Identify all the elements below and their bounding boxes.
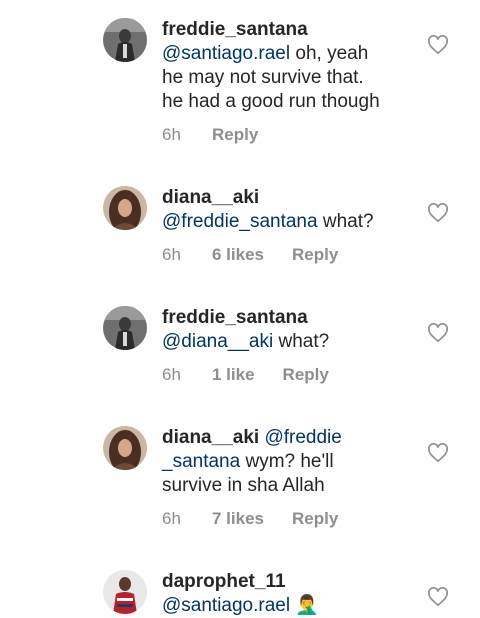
mention-link[interactable]: @diana__aki xyxy=(162,331,273,352)
heart-outline-icon[interactable] xyxy=(427,35,449,55)
heart-outline-icon[interactable] xyxy=(427,203,449,223)
comment-time: 6h xyxy=(162,125,181,144)
avatar[interactable] xyxy=(103,18,147,62)
heart-outline-icon[interactable] xyxy=(427,443,449,463)
comment-time: 6h xyxy=(162,245,181,264)
avatar[interactable] xyxy=(103,426,147,470)
comment-body: what? xyxy=(273,331,330,352)
comment-body: survive in sha Allah xyxy=(162,475,325,496)
comment-body: what? xyxy=(317,211,374,232)
facepalm-emoji: 🤦‍♂️ xyxy=(295,595,320,616)
comment-text: diana__aki @freddie_santana what? xyxy=(162,186,424,234)
avatar[interactable] xyxy=(103,570,147,614)
comment-username[interactable]: diana__aki xyxy=(162,427,259,448)
reply-button[interactable]: Reply xyxy=(292,245,338,265)
comment-time: 6h xyxy=(162,509,181,528)
comment-username[interactable]: freddie_santana xyxy=(162,306,424,330)
comment-username[interactable]: diana__aki xyxy=(162,186,424,210)
comment-meta: 6h Reply xyxy=(162,125,258,145)
heart-outline-icon[interactable] xyxy=(427,587,449,607)
heart-outline-icon[interactable] xyxy=(427,323,449,343)
comment-text: daprophet_11 @santiago.rael 🤦‍♂️ xyxy=(162,570,424,618)
avatar[interactable] xyxy=(103,186,147,230)
reply-button[interactable]: Reply xyxy=(292,509,338,529)
comment-meta: 6h 6 likes Reply xyxy=(162,245,338,265)
mention-link[interactable]: @santiago.rael xyxy=(162,595,290,616)
comment-username[interactable]: daprophet_11 xyxy=(162,570,424,594)
reply-button[interactable]: Reply xyxy=(283,365,329,385)
likes-count[interactable]: 1 like xyxy=(212,365,255,385)
comment-body: he had a good run though xyxy=(162,91,380,112)
mention-link[interactable]: _santana xyxy=(162,451,240,472)
mention-link[interactable]: @santiago.rael xyxy=(162,43,290,64)
comment-text: freddie_santana @santiago.rael oh, yeah … xyxy=(162,18,424,114)
comment-meta: 6h 1 like Reply xyxy=(162,365,329,385)
comment-meta: 6h 7 likes Reply xyxy=(162,509,338,529)
mention-link[interactable]: @freddie_santana xyxy=(162,211,318,232)
avatar[interactable] xyxy=(103,306,147,350)
likes-count[interactable]: 6 likes xyxy=(212,245,264,265)
comment-username[interactable]: freddie_santana xyxy=(162,18,424,42)
reply-button[interactable]: Reply xyxy=(212,125,258,145)
comment-text: freddie_santana @diana__aki what? xyxy=(162,306,424,354)
comment-body: wym? he'll xyxy=(240,451,334,472)
comment-time: 6h xyxy=(162,365,181,384)
likes-count[interactable]: 7 likes xyxy=(212,509,264,529)
comment-body: oh, yeah xyxy=(290,43,369,64)
comment-text: diana__aki @freddie _santana wym? he'll … xyxy=(162,426,424,498)
mention-link[interactable]: @freddie xyxy=(264,427,341,448)
comment-body: he may not survive that. xyxy=(162,67,364,88)
